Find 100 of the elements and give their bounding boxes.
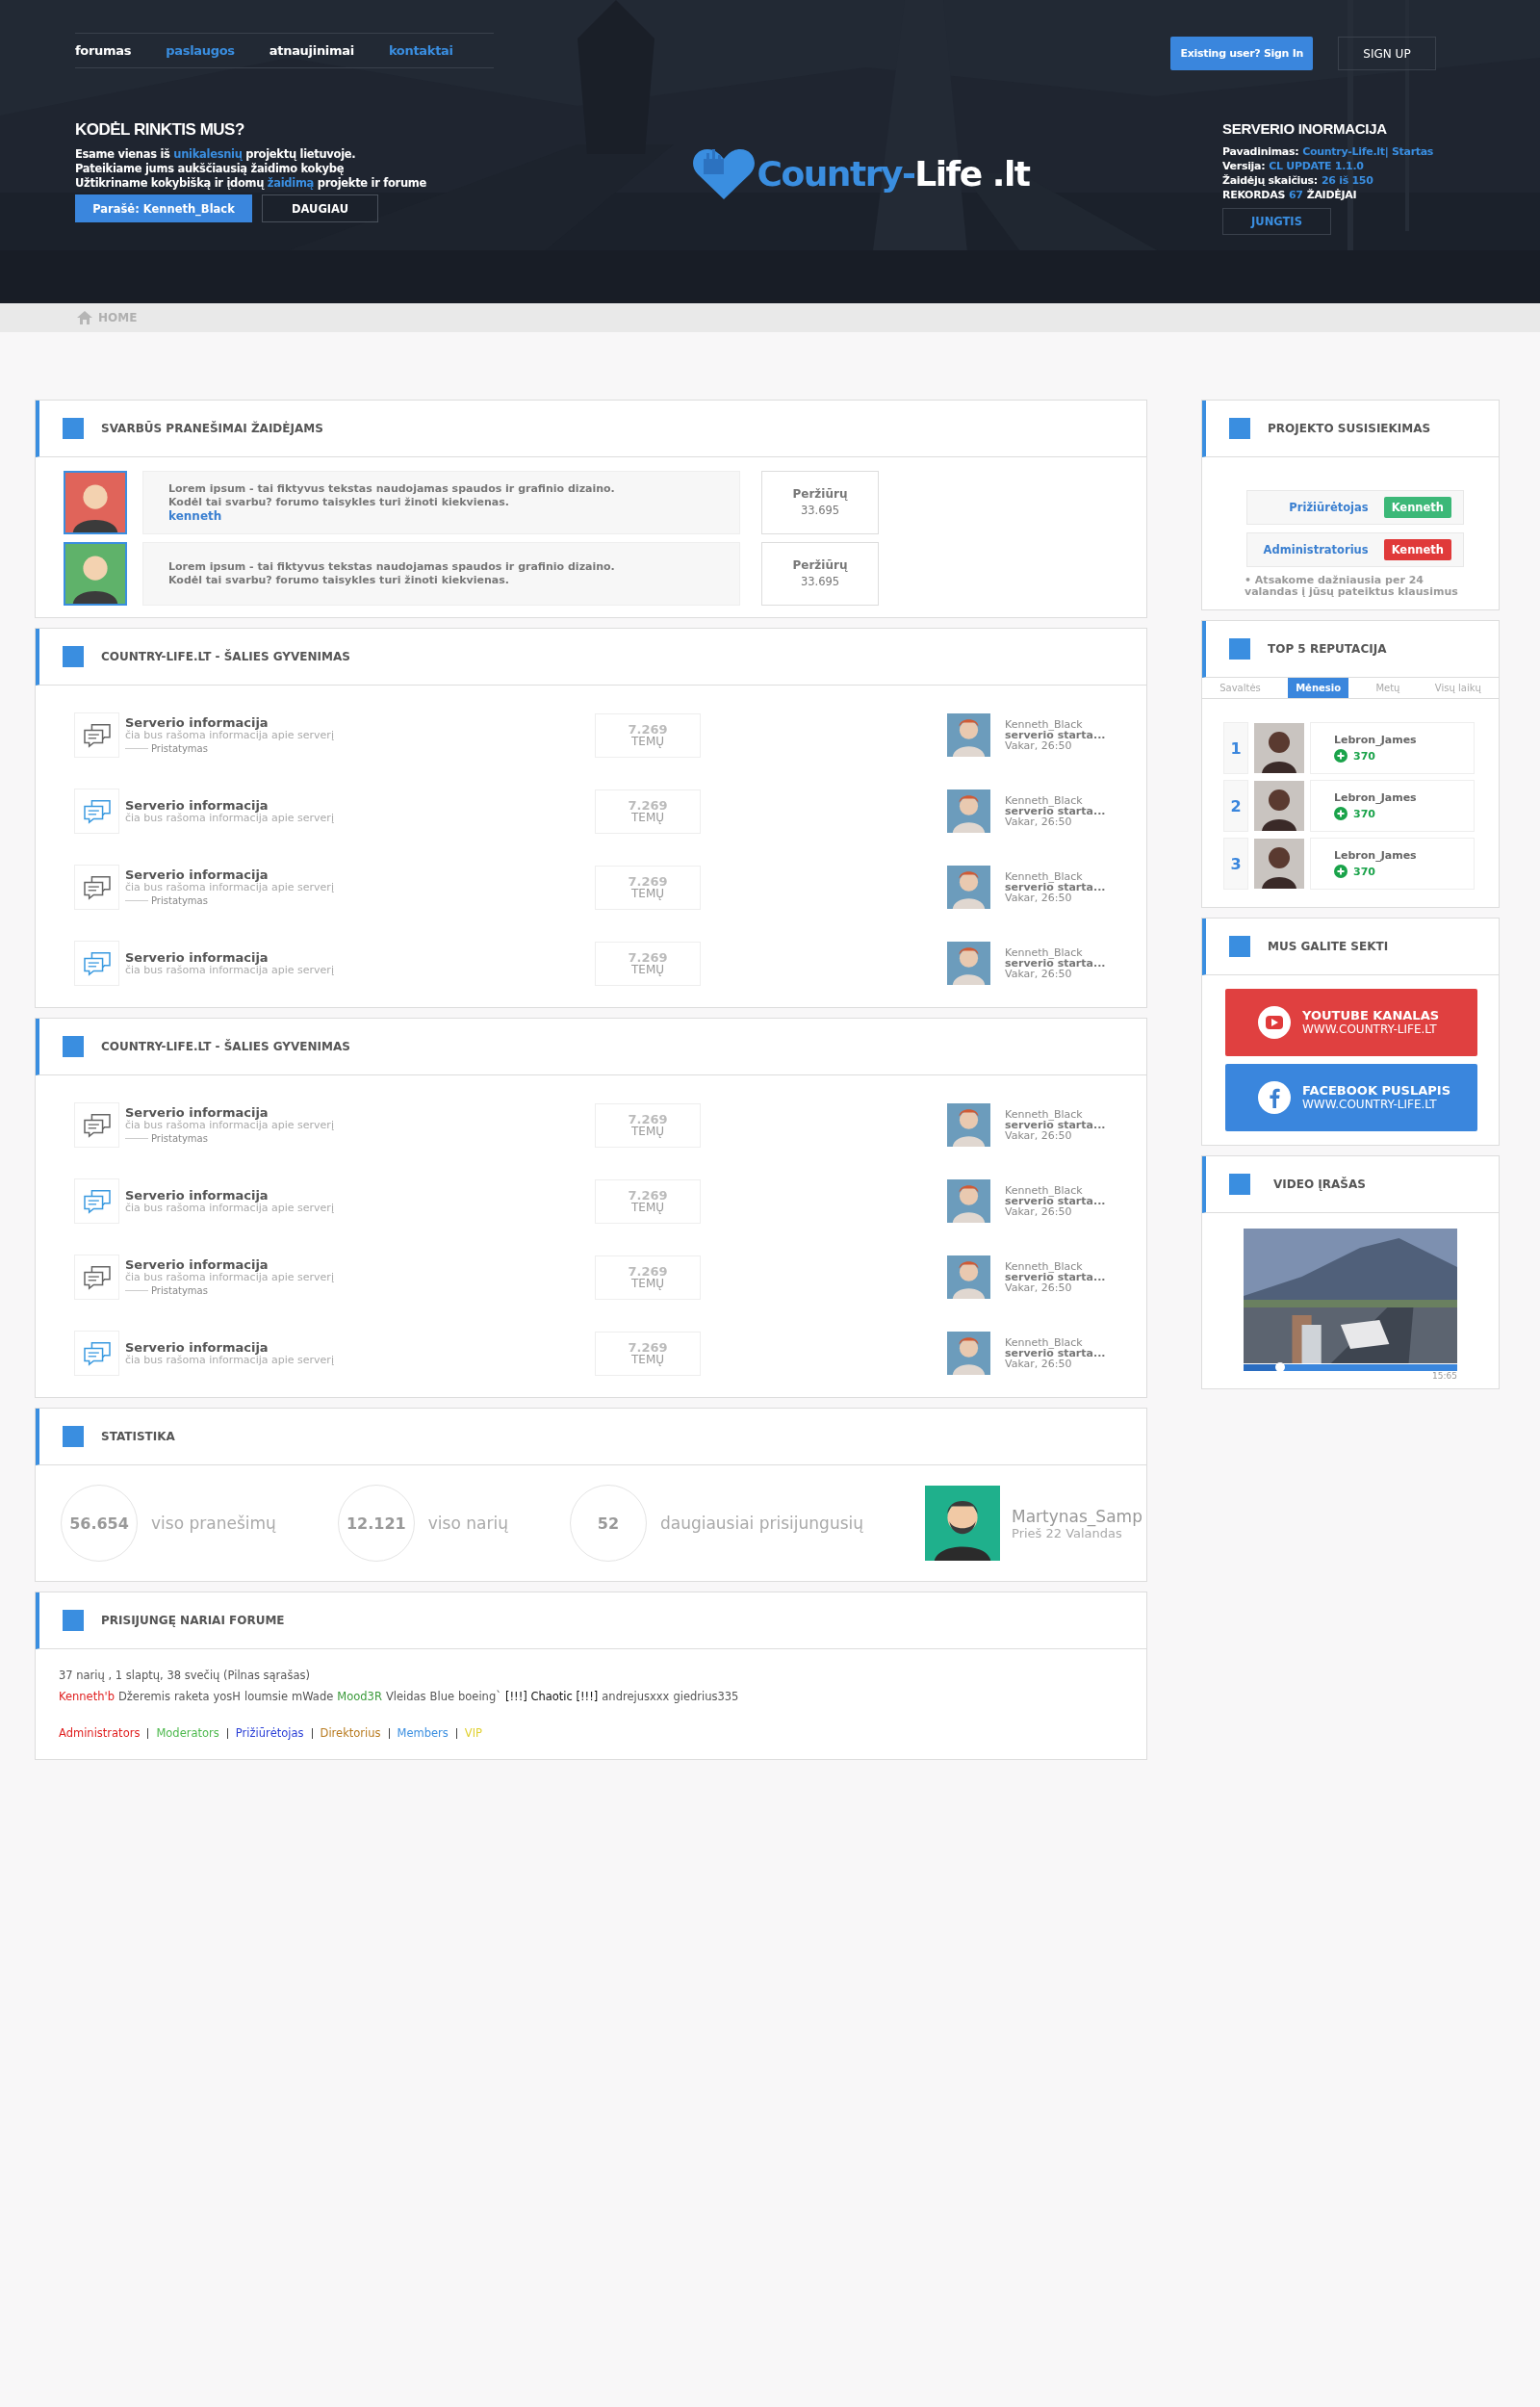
- member-link[interactable]: Mood3R: [337, 1690, 382, 1703]
- period-tab[interactable]: Savaltės: [1212, 678, 1269, 698]
- forum-description: čia bus rašoma informacija apie serverį: [125, 1271, 335, 1283]
- last-time: Vakar, 26:50: [1005, 1206, 1073, 1217]
- forum-title[interactable]: Serverio informacija: [125, 1188, 595, 1203]
- user-name[interactable]: Lebron_James: [1334, 849, 1474, 862]
- server-label: Pavadinimas:: [1222, 144, 1299, 159]
- forum-title[interactable]: Serverio informacija: [125, 715, 595, 730]
- period-tab[interactable]: Visų laikų: [1426, 678, 1489, 698]
- video-progress-bar[interactable]: [1244, 1364, 1457, 1371]
- square-icon: [63, 646, 84, 667]
- last-time: Vakar, 26:50: [1005, 1130, 1073, 1141]
- forum-title[interactable]: Serverio informacija: [125, 1257, 595, 1272]
- group-link[interactable]: Prižiūrėtojas: [235, 1726, 304, 1740]
- forum-title[interactable]: Serverio informacija: [125, 950, 595, 965]
- member-link[interactable]: loumsie: [244, 1690, 288, 1703]
- last-time: Vakar, 26:50: [1005, 893, 1073, 903]
- announcement-text: Kodėl tai svarbu? forumo taisykles turi žinoti kiekvienas.: [168, 574, 510, 587]
- last-poster[interactable]: Kenneth_Black: [1005, 1261, 1146, 1272]
- forum-title[interactable]: Serverio informacija: [125, 1340, 595, 1355]
- user-name[interactable]: Lebron_James: [1334, 791, 1474, 804]
- last-poster[interactable]: Kenneth_Black: [1005, 1337, 1146, 1348]
- last-poster[interactable]: Kenneth_Black: [1005, 947, 1146, 958]
- subforum-link[interactable]: Pristatymas: [151, 894, 208, 907]
- contact-name-tag[interactable]: Kenneth: [1383, 539, 1451, 560]
- social-link[interactable]: YOUTUBE KANALAS WWW.COUNTRY-LIFE.LT: [1225, 989, 1477, 1056]
- square-icon: [63, 1610, 84, 1631]
- user-avatar: [947, 1332, 990, 1375]
- group-link[interactable]: Administrators: [59, 1726, 141, 1740]
- member-link[interactable]: giedrius335: [673, 1690, 739, 1703]
- last-topic[interactable]: serverio starta...: [1005, 882, 1146, 893]
- forum-description: čia bus rašoma informacija apie serverį: [125, 881, 335, 893]
- contact-role: Prižiūrėtojas: [1289, 501, 1369, 514]
- social-link[interactable]: FACEBOOK PUSLAPIS WWW.COUNTRY-LIFE.LT: [1225, 1064, 1477, 1131]
- group-link[interactable]: Moderators: [156, 1726, 219, 1740]
- member-link[interactable]: Kenneth'b: [59, 1690, 115, 1703]
- why-text: Užtikriname kokybišką ir įdomų žaidimą projekte ir forume: [75, 176, 428, 191]
- last-poster[interactable]: Kenneth_Black: [1005, 719, 1146, 730]
- sign-up-button[interactable]: SIGN UP: [1338, 37, 1436, 70]
- author-link[interactable]: kenneth: [168, 509, 739, 523]
- member-link[interactable]: Blue: [429, 1690, 454, 1703]
- nav-link[interactable]: paslaugos: [166, 43, 235, 58]
- period-tab[interactable]: Mėnesio: [1288, 678, 1349, 698]
- last-poster[interactable]: Kenneth_Black: [1005, 795, 1146, 806]
- user-avatar: [1254, 781, 1304, 831]
- group-link[interactable]: Direktorius: [320, 1726, 381, 1740]
- last-topic[interactable]: serverio starta...: [1005, 730, 1146, 740]
- progress-handle[interactable]: [1274, 1362, 1285, 1372]
- plus-icon: [1334, 749, 1348, 763]
- member-link[interactable]: mWade: [292, 1690, 334, 1703]
- forum-title[interactable]: Serverio informacija: [125, 1105, 595, 1120]
- member-link[interactable]: andrejusxxx: [602, 1690, 670, 1703]
- panel-title: TOP 5 REPUTACIJA: [1268, 642, 1387, 656]
- user-avatar: [947, 789, 990, 833]
- user-avatar: [947, 1103, 990, 1147]
- last-poster[interactable]: Kenneth_Black: [1005, 871, 1146, 882]
- member-link[interactable]: yosH: [213, 1690, 241, 1703]
- period-tab[interactable]: Metų: [1368, 678, 1408, 698]
- user-avatar: [1254, 839, 1304, 889]
- online-summary: 37 narių , 1 slaptų, 38 svečių (Pilnas sąrašas): [59, 1669, 311, 1682]
- topics-label: TEMŲ: [630, 963, 665, 976]
- last-topic[interactable]: serverio starta...: [1005, 1348, 1146, 1359]
- subforum-link[interactable]: Pristatymas: [151, 742, 208, 755]
- panel-title: MUS GALITE SEKTI: [1268, 940, 1389, 953]
- member-link[interactable]: Vleidas: [385, 1690, 426, 1703]
- square-icon: [1229, 936, 1250, 957]
- last-topic[interactable]: serverio starta...: [1005, 1120, 1146, 1130]
- member-link[interactable]: raketa: [173, 1690, 210, 1703]
- views-count: 33.695: [800, 574, 840, 590]
- sign-in-button[interactable]: Existing user? Sign In: [1170, 37, 1313, 70]
- last-poster[interactable]: Kenneth_Black: [1005, 1109, 1146, 1120]
- last-topic[interactable]: serverio starta...: [1005, 1196, 1146, 1206]
- subforum-link[interactable]: Pristatymas: [151, 1284, 208, 1297]
- member-time: Prieš 22 Valandas: [1012, 1525, 1122, 1540]
- rank-number: 2: [1223, 780, 1248, 832]
- more-button[interactable]: DAUGIAU: [262, 194, 378, 222]
- last-topic[interactable]: serverio starta...: [1005, 806, 1146, 816]
- author-button[interactable]: Parašė: Kenneth_Black: [75, 194, 252, 222]
- last-topic[interactable]: serverio starta...: [1005, 958, 1146, 969]
- views-label: Peržiūrų: [792, 486, 848, 503]
- forum-title[interactable]: Serverio informacija: [125, 867, 595, 882]
- reputation-points: 370: [1353, 865, 1375, 878]
- join-button[interactable]: JUNGTIS: [1222, 208, 1331, 235]
- panel-title: STATISTIKA: [101, 1430, 175, 1443]
- nav-link[interactable]: kontaktai: [388, 43, 453, 58]
- contact-name-tag[interactable]: Kenneth: [1383, 497, 1451, 518]
- nav-link[interactable]: forumas: [75, 43, 132, 58]
- forum-title[interactable]: Serverio informacija: [125, 798, 595, 813]
- user-name[interactable]: Lebron_James: [1334, 734, 1474, 746]
- member-link[interactable]: boeing`: [458, 1690, 501, 1703]
- nav-link[interactable]: atnaujinimai: [269, 43, 354, 58]
- stat-label: daugiausiai prisijungusių: [659, 1514, 863, 1533]
- newest-member[interactable]: Martynas_Samp: [1012, 1506, 1142, 1526]
- topics-count: 7.269: [628, 950, 668, 964]
- group-link[interactable]: Members: [397, 1726, 449, 1740]
- last-poster[interactable]: Kenneth_Black: [1005, 1185, 1146, 1196]
- last-topic[interactable]: serverio starta...: [1005, 1272, 1146, 1282]
- member-link[interactable]: [!!!] Chaotic [!!!]: [504, 1690, 599, 1703]
- member-link[interactable]: Džeremis: [117, 1690, 170, 1703]
- subforum-link[interactable]: Pristatymas: [151, 1132, 208, 1145]
